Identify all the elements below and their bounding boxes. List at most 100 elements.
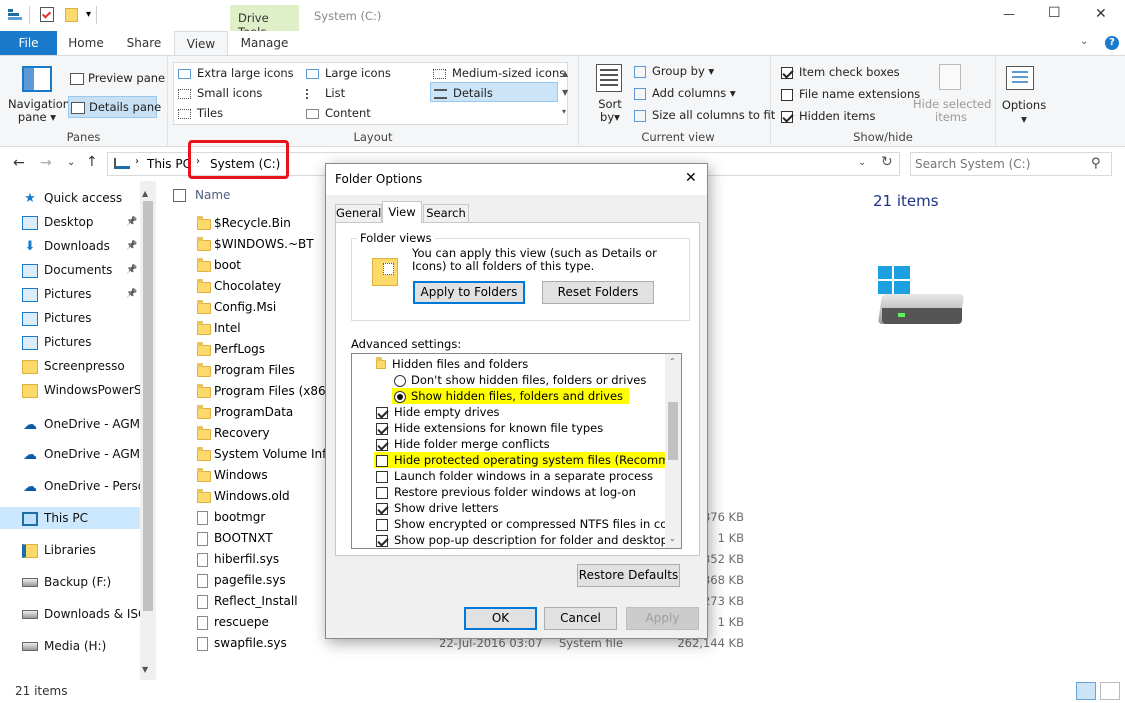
tab-general[interactable]: General: [335, 204, 382, 222]
scroll-up-icon[interactable]: ⌃: [669, 357, 676, 366]
pin-icon[interactable]: 📌: [126, 259, 137, 281]
small-icons-option[interactable]: Small icons: [178, 86, 262, 100]
gallery-scroll[interactable]: ▲ ▼ ▾: [562, 64, 568, 121]
file-name-extensions-checkbox[interactable]: File name extensions: [781, 87, 920, 101]
breadcrumb-this-pc[interactable]: This PC: [147, 157, 191, 171]
recent-locations-button[interactable]: ⌄: [67, 157, 75, 168]
item-check-boxes-checkbox[interactable]: Item check boxes: [781, 65, 900, 79]
show-popup-description-checkbox[interactable]: Show pop-up description for folder and d…: [376, 532, 681, 548]
details-option[interactable]: Details: [430, 82, 558, 102]
customize-qat-icon[interactable]: ▾: [86, 9, 91, 20]
nav-item[interactable]: ☁ OneDrive - AGM N: [0, 413, 140, 435]
nav-scrollbar-thumb[interactable]: [143, 201, 153, 611]
nav-item[interactable]: Pictures: [0, 307, 140, 329]
search-box[interactable]: ⚲: [910, 152, 1112, 176]
large-icons-view-toggle[interactable]: [1100, 682, 1120, 700]
nav-item[interactable]: Downloads & ISO: [0, 603, 140, 625]
scroll-down-icon[interactable]: ⌄: [669, 534, 676, 543]
nav-item[interactable]: Documents 📌: [0, 259, 140, 281]
preview-pane-button[interactable]: Preview pane: [70, 71, 165, 85]
advanced-scrollbar[interactable]: ⌃ ⌄: [665, 354, 681, 548]
pin-icon[interactable]: 📌: [126, 211, 137, 233]
details-view-toggle[interactable]: [1076, 682, 1096, 700]
medium-icons-option[interactable]: Medium-sized icons: [433, 66, 565, 80]
forward-button[interactable]: →: [40, 155, 52, 171]
nav-item[interactable]: ☁ OneDrive - Persor: [0, 475, 140, 497]
column-header-name[interactable]: Name: [195, 188, 230, 202]
tab-share[interactable]: Share: [115, 31, 173, 55]
nav-scrollbar[interactable]: ▲ ▼: [140, 181, 156, 680]
collapse-ribbon-icon[interactable]: ⌄: [1080, 36, 1088, 47]
nav-item[interactable]: Media (H:): [0, 635, 140, 657]
large-icons-option[interactable]: Large icons: [306, 66, 391, 80]
scroll-up-icon[interactable]: ▲: [142, 189, 148, 198]
content-option[interactable]: Content: [306, 106, 371, 120]
hide-empty-drives-checkbox[interactable]: Hide empty drives: [376, 404, 500, 420]
nav-item[interactable]: This PC: [0, 507, 140, 529]
dialog-close-button[interactable]: ✕: [685, 170, 697, 186]
nav-item[interactable]: ☁ OneDrive - AGM N: [0, 443, 140, 465]
nav-item[interactable]: WindowsPowerS: [0, 379, 140, 401]
select-all-checkbox[interactable]: [173, 189, 186, 202]
nav-item[interactable]: Libraries: [0, 539, 140, 561]
up-button[interactable]: ↑: [86, 154, 98, 170]
list-option[interactable]: List: [306, 86, 345, 100]
search-input[interactable]: [915, 155, 1085, 173]
apply-button[interactable]: Apply: [626, 607, 699, 630]
navigation-pane-button[interactable]: Navigation pane ▾: [8, 98, 70, 124]
show-encrypted-colour-checkbox[interactable]: Show encrypted or compressed NTFS files …: [376, 516, 681, 532]
hide-merge-conflicts-checkbox[interactable]: Hide folder merge conflicts: [376, 436, 550, 452]
add-columns-button[interactable]: Add columns ▾: [634, 86, 736, 100]
reset-folders-button[interactable]: Reset Folders: [542, 281, 654, 304]
cancel-button[interactable]: Cancel: [544, 607, 617, 630]
dont-show-hidden-radio[interactable]: Don't show hidden files, folders or driv…: [394, 372, 646, 388]
tab-manage[interactable]: Manage: [230, 31, 299, 55]
scroll-down-icon[interactable]: ▼: [142, 665, 148, 674]
explorer-app-icon[interactable]: [8, 9, 22, 21]
show-hidden-radio[interactable]: Show hidden files, folders and drives: [392, 388, 630, 404]
tab-view[interactable]: View: [382, 201, 422, 223]
nav-item[interactable]: Desktop 📌: [0, 211, 140, 233]
close-button[interactable]: ✕: [1095, 6, 1107, 22]
minimize-button[interactable]: —: [1003, 7, 1015, 21]
advanced-settings-list[interactable]: Hidden files and folders Don't show hidd…: [351, 353, 682, 549]
nav-item[interactable]: Pictures: [0, 331, 140, 353]
nav-item[interactable]: Backup (F:): [0, 571, 140, 593]
maximize-button[interactable]: ☐: [1048, 5, 1061, 21]
folder-views-icon: [372, 258, 398, 286]
nav-item[interactable]: Pictures 📌: [0, 283, 140, 305]
hide-selected-items-button[interactable]: Hide selected items: [913, 98, 991, 124]
tab-file[interactable]: File: [0, 31, 57, 55]
pin-icon[interactable]: 📌: [126, 283, 137, 305]
sort-by-button[interactable]: Sort by▾: [598, 98, 622, 124]
tab-home[interactable]: Home: [57, 31, 115, 55]
show-drive-letters-checkbox[interactable]: Show drive letters: [376, 500, 499, 516]
hidden-items-checkbox[interactable]: Hidden items: [781, 109, 875, 123]
hide-protected-files-checkbox[interactable]: Hide protected operating system files (R…: [374, 452, 681, 468]
tab-view[interactable]: View: [174, 31, 228, 56]
help-button[interactable]: ?: [1105, 36, 1119, 50]
pin-icon[interactable]: 📌: [126, 235, 137, 257]
size-all-columns-button[interactable]: Size all columns to fit: [634, 108, 775, 122]
launch-separate-process-checkbox[interactable]: Launch folder windows in a separate proc…: [376, 468, 653, 484]
group-by-button[interactable]: Group by ▾: [634, 64, 714, 78]
ok-button[interactable]: OK: [464, 607, 537, 630]
new-folder-icon[interactable]: [65, 8, 78, 22]
restore-defaults-button[interactable]: Restore Defaults: [577, 564, 680, 587]
restore-previous-windows-checkbox[interactable]: Restore previous folder windows at log-o…: [376, 484, 636, 500]
nav-item[interactable]: ⬇ Downloads 📌: [0, 235, 140, 257]
advanced-scrollbar-thumb[interactable]: [668, 402, 678, 460]
tiles-option[interactable]: Tiles: [178, 106, 223, 120]
refresh-icon[interactable]: ↻: [881, 154, 893, 170]
address-dropdown-icon[interactable]: ⌄: [858, 157, 866, 168]
nav-item[interactable]: ★ Quick access: [0, 187, 140, 209]
properties-icon[interactable]: [40, 7, 54, 22]
hide-extensions-checkbox[interactable]: Hide extensions for known file types: [376, 420, 603, 436]
extra-large-icons-option[interactable]: Extra large icons: [178, 66, 294, 80]
options-button[interactable]: Options ▾: [1000, 98, 1048, 126]
nav-item[interactable]: Screenpresso: [0, 355, 140, 377]
back-button[interactable]: ←: [13, 155, 25, 171]
tab-search[interactable]: Search: [423, 204, 469, 222]
details-pane-button[interactable]: Details pane: [68, 96, 161, 118]
apply-to-folders-button[interactable]: Apply to Folders: [413, 281, 525, 304]
